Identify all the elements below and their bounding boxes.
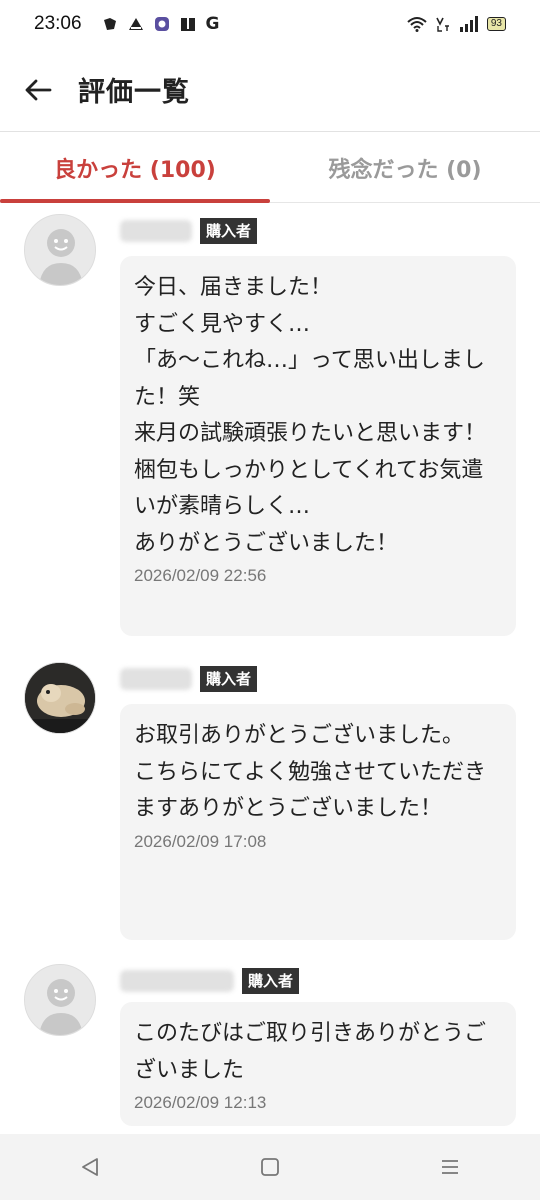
notification-icons: G <box>102 14 220 34</box>
menu-lines-icon <box>442 1160 458 1174</box>
dog-photo-avatar[interactable] <box>24 662 96 734</box>
book-app-icon <box>180 18 195 31</box>
google-icon: G <box>205 14 220 34</box>
active-tab-indicator <box>0 199 270 203</box>
reviewer-name-row: 購入者 <box>120 664 258 694</box>
status-bar: 23:06 G 93 <box>0 0 540 48</box>
review-bubble: お取引ありがとうございました。 こちらにてよく勉強させていただきますありがとうご… <box>120 704 516 940</box>
triangle-back-icon <box>82 1158 98 1176</box>
buyer-badge: 購入者 <box>200 666 258 692</box>
review-comment: 今日、届きました！ すごく見やすく… 「あ〜これね…」って思い出しました！笑 来… <box>134 275 487 556</box>
status-time: 23:06 <box>34 13 82 34</box>
review-date: 2026/02/09 17:08 <box>134 831 267 851</box>
blurred-reviewer-name <box>120 220 192 242</box>
review-tabs: 良かった (100) 残念だった (0) <box>0 133 540 203</box>
triangle-app-icon <box>128 18 143 30</box>
blurred-reviewer-name <box>120 970 234 992</box>
gallery-app-icon <box>154 17 169 31</box>
nav-home-button[interactable] <box>250 1147 290 1187</box>
battery-icon: 93 <box>486 17 506 31</box>
dog-photo-image <box>25 663 95 733</box>
nav-back-button[interactable] <box>70 1147 110 1187</box>
blurred-reviewer-name <box>120 668 192 690</box>
system-nav-bar <box>0 1134 540 1200</box>
default-avatar[interactable] <box>24 964 96 1036</box>
review-bubble: 今日、届きました！ すごく見やすく… 「あ〜これね…」って思い出しました！笑 来… <box>120 256 516 636</box>
wifi-icon <box>407 17 427 32</box>
reviewer-name-row: 購入者 <box>120 216 258 246</box>
review-comment: お取引ありがとうございました。 こちらにてよく勉強させていただきますありがとうご… <box>134 723 487 821</box>
app-header: 評価一覧 <box>0 48 540 132</box>
tab-good-label: 良かった (100) <box>54 157 216 183</box>
arrow-left-icon <box>25 79 52 100</box>
review-date: 2026/02/09 12:13 <box>134 1093 267 1112</box>
default-avatar[interactable] <box>24 214 96 286</box>
tab-good[interactable]: 良かった (100) <box>0 133 270 203</box>
volte-icon <box>436 17 449 32</box>
person-placeholder-icon <box>25 965 95 1035</box>
app-notification-icon <box>103 18 116 30</box>
review-date: 2026/02/09 22:56 <box>134 566 267 585</box>
review-bubble: このたびはご取り引きありがとうございました 2026/02/09 12:13 <box>120 1002 516 1126</box>
nav-recents-button[interactable] <box>430 1147 470 1187</box>
page-title: 評価一覧 <box>78 77 190 108</box>
back-button[interactable] <box>18 70 58 110</box>
status-indicators: 93 <box>407 16 506 32</box>
buyer-badge: 購入者 <box>200 218 258 244</box>
tab-bad[interactable]: 残念だった (0) <box>270 133 540 202</box>
review-list-screen: 23:06 G 93 評価一覧 良かった (100) 残念だった (0) 購入者… <box>0 0 540 1200</box>
tab-bad-label: 残念だった (0) <box>328 157 482 183</box>
signal-icon <box>459 16 478 32</box>
review-comment: このたびはご取り引きありがとうございました <box>134 1021 487 1083</box>
square-home-icon <box>261 1158 279 1176</box>
person-placeholder-icon <box>25 215 95 285</box>
buyer-badge: 購入者 <box>242 968 300 994</box>
reviewer-name-row: 購入者 <box>120 966 300 996</box>
